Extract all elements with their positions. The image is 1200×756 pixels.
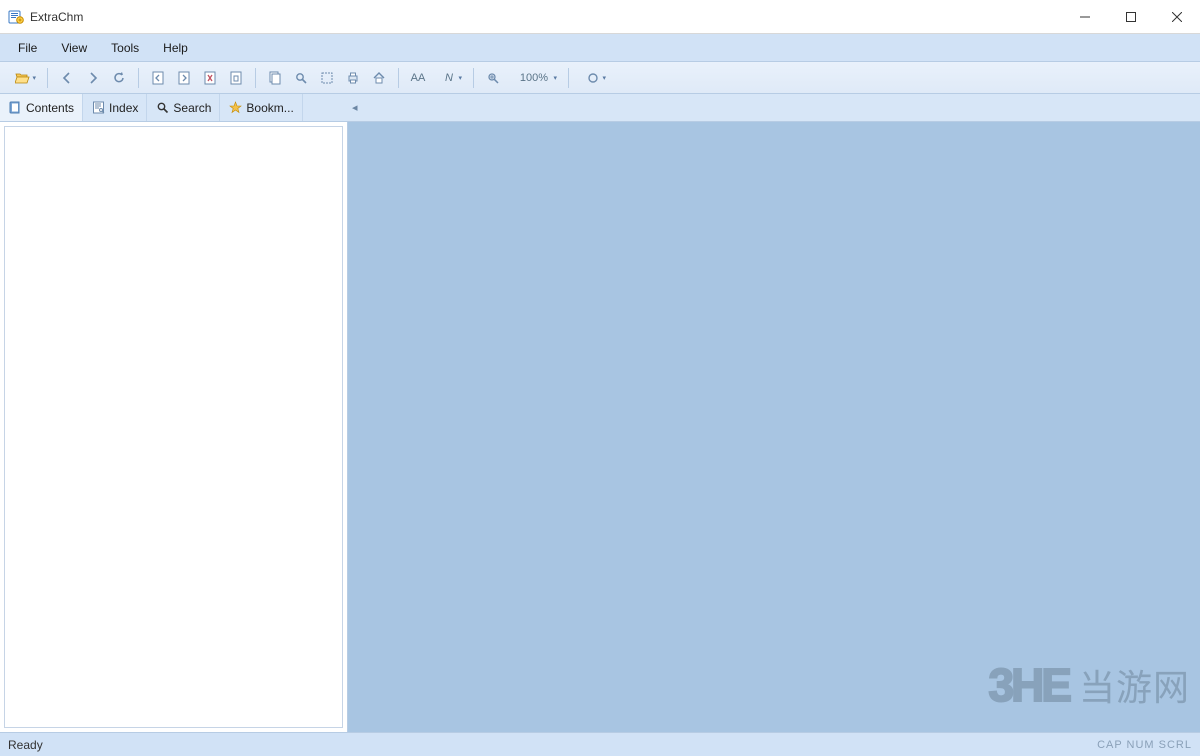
copy-button[interactable] bbox=[263, 66, 287, 90]
page-stop-button[interactable] bbox=[198, 66, 222, 90]
print-button[interactable] bbox=[341, 66, 365, 90]
minimize-button[interactable] bbox=[1062, 0, 1108, 33]
star-icon bbox=[228, 101, 242, 115]
nav-forward-button[interactable] bbox=[81, 66, 105, 90]
status-bar: Ready CAP NUM SCRL bbox=[0, 732, 1200, 756]
nav-back-button[interactable] bbox=[55, 66, 79, 90]
font-size-button[interactable]: AA bbox=[406, 66, 430, 90]
zoom-fit-button[interactable] bbox=[481, 66, 505, 90]
content-area: ◂ 3HE 当游网 bbox=[348, 94, 1200, 732]
menu-help[interactable]: Help bbox=[151, 37, 200, 59]
watermark: 3HE 当游网 bbox=[989, 658, 1191, 712]
tab-index[interactable]: Index bbox=[83, 94, 147, 121]
tab-label: Index bbox=[109, 101, 138, 115]
open-button[interactable] bbox=[6, 66, 40, 90]
watermark-text: 当游网 bbox=[1079, 659, 1190, 711]
toolbar-separator bbox=[398, 68, 399, 88]
chevron-left-icon[interactable]: ◂ bbox=[352, 101, 358, 114]
refresh-button[interactable] bbox=[107, 66, 131, 90]
contents-tree-panel[interactable] bbox=[4, 126, 343, 728]
index-icon bbox=[91, 101, 105, 115]
app-icon bbox=[8, 9, 24, 25]
font-style-button[interactable]: N bbox=[432, 66, 466, 90]
page-prev-button[interactable] bbox=[146, 66, 170, 90]
tab-label: Bookm... bbox=[246, 101, 293, 115]
search-icon bbox=[155, 101, 169, 115]
font-aa-label: AA bbox=[409, 72, 428, 84]
sidebar: Contents Index Search Bookm... bbox=[0, 94, 348, 732]
tab-search[interactable]: Search bbox=[147, 94, 220, 121]
find-button[interactable] bbox=[289, 66, 313, 90]
menu-file[interactable]: File bbox=[6, 37, 49, 59]
toolbar-separator bbox=[138, 68, 139, 88]
watermark-logo: 3HE bbox=[989, 658, 1069, 712]
title-bar: ExtraChm bbox=[0, 0, 1200, 34]
content-tab-strip: ◂ bbox=[348, 94, 1200, 122]
page-home-button[interactable] bbox=[224, 66, 248, 90]
home-button[interactable] bbox=[367, 66, 391, 90]
main-area: Contents Index Search Bookm... bbox=[0, 94, 1200, 732]
status-indicators: CAP NUM SCRL bbox=[1097, 739, 1192, 751]
toolbar: AA N 100% bbox=[0, 62, 1200, 94]
tab-contents[interactable]: Contents bbox=[0, 94, 83, 121]
toolbar-separator bbox=[47, 68, 48, 88]
zoom-level-label: 100% bbox=[518, 72, 550, 84]
options-button[interactable] bbox=[576, 66, 610, 90]
tab-bookmarks[interactable]: Bookm... bbox=[220, 94, 302, 121]
close-button[interactable] bbox=[1154, 0, 1200, 33]
maximize-button[interactable] bbox=[1108, 0, 1154, 33]
window-controls bbox=[1062, 0, 1200, 33]
page-next-button[interactable] bbox=[172, 66, 196, 90]
toolbar-separator bbox=[255, 68, 256, 88]
toolbar-separator bbox=[473, 68, 474, 88]
menu-tools[interactable]: Tools bbox=[99, 37, 151, 59]
window-title: ExtraChm bbox=[30, 10, 1062, 24]
toolbar-separator bbox=[568, 68, 569, 88]
tab-label: Contents bbox=[26, 101, 74, 115]
book-icon bbox=[8, 101, 22, 115]
menu-bar: File View Tools Help bbox=[0, 34, 1200, 62]
select-all-button[interactable] bbox=[315, 66, 339, 90]
menu-view[interactable]: View bbox=[49, 37, 99, 59]
tab-label: Search bbox=[173, 101, 211, 115]
sidebar-tabstrip: Contents Index Search Bookm... bbox=[0, 94, 348, 122]
zoom-level-dropdown[interactable]: 100% bbox=[507, 66, 561, 90]
status-text: Ready bbox=[8, 738, 43, 752]
font-n-label: N bbox=[443, 72, 455, 84]
